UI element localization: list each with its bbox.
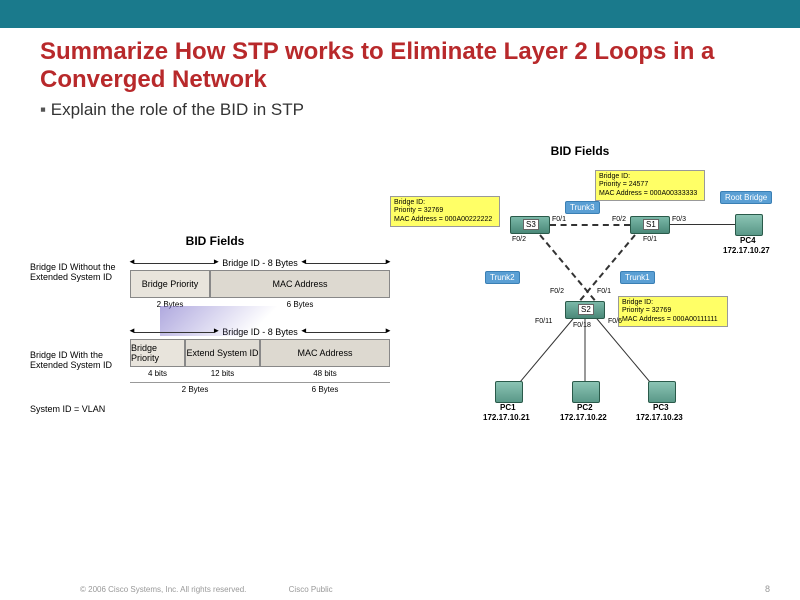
tag-root-bridge: Root Bridge xyxy=(720,191,772,204)
port-s1-f03: F0/3 xyxy=(672,216,686,223)
note-s3: Bridge ID:Priority = 32769MAC Address = … xyxy=(390,196,500,227)
topology-right: BID Fields Bridge ID:Priority = 32769MAC… xyxy=(380,144,780,446)
pc3-ip: 172.17.10.23 xyxy=(636,413,683,422)
label-with-ext: Bridge ID With the Extended System ID xyxy=(30,350,125,370)
label-without-ext: Bridge ID Without the Extended System ID xyxy=(30,262,125,282)
port-s2-f06: F0/6 xyxy=(608,318,622,325)
copyright: © 2006 Cisco Systems, Inc. All rights re… xyxy=(80,585,246,594)
switch-s1-label: S1 xyxy=(643,219,659,230)
pc2-label: PC2 xyxy=(577,403,593,412)
link-s3-s1 xyxy=(550,224,630,226)
port-s3-f02: F0/2 xyxy=(512,236,526,243)
network-topology: Bridge ID:Priority = 32769MAC Address = … xyxy=(380,166,780,446)
switch-s3-label: S3 xyxy=(523,219,539,230)
port-s1-f02: F0/2 xyxy=(612,216,626,223)
bullet-text: Explain the role of the BID in STP xyxy=(40,100,760,120)
note-s2: Bridge ID:Priority = 32769MAC Address = … xyxy=(618,296,728,327)
seg-priority-1: Bridge Priority xyxy=(130,270,210,298)
top-bar xyxy=(0,0,800,28)
seg-mac-1: MAC Address xyxy=(210,270,390,298)
note-s1: Bridge ID:Priority = 24577MAC Address = … xyxy=(595,170,705,201)
port-s2-f011: F0/11 xyxy=(535,318,552,325)
content-area: BID Fields Bridge ID - 8 Bytes Bridge ID… xyxy=(0,124,800,594)
footer-label: Cisco Public xyxy=(289,585,333,594)
link-s3-s2 xyxy=(539,234,602,308)
pc4-label: PC4 xyxy=(740,236,756,245)
right-heading: BID Fields xyxy=(380,144,780,158)
pc3-label: PC3 xyxy=(653,403,669,412)
pc2 xyxy=(572,381,600,403)
pc3 xyxy=(648,381,676,403)
pc1-ip: 172.17.10.21 xyxy=(483,413,530,422)
label-sysid: System ID = VLAN xyxy=(30,404,125,414)
bid-fields-left: BID Fields Bridge ID - 8 Bytes Bridge ID… xyxy=(30,234,400,402)
pc1 xyxy=(495,381,523,403)
footer: © 2006 Cisco Systems, Inc. All rights re… xyxy=(80,585,333,594)
tag-trunk3: Trunk3 xyxy=(565,201,600,214)
port-s2-f02: F0/2 xyxy=(550,288,564,295)
tag-trunk2: Trunk2 xyxy=(485,271,520,284)
tag-trunk1: Trunk1 xyxy=(620,271,655,284)
port-s2-f01: F0/1 xyxy=(597,288,611,295)
pc4 xyxy=(735,214,763,236)
size-2a: 2 Bytes xyxy=(130,385,260,394)
port-s3-f01: F0/1 xyxy=(552,216,566,223)
bits-2a: 4 bits xyxy=(130,369,185,378)
bits-2c: 48 bits xyxy=(260,369,390,378)
port-s2-f018: F0/18 xyxy=(573,322,591,329)
size-2b: 6 Bytes xyxy=(260,385,390,394)
switch-s2-label: S2 xyxy=(578,304,594,315)
bits-2b: 12 bits xyxy=(185,369,260,378)
seg-priority-2: Bridge Priority xyxy=(130,339,185,367)
seg-mac-2: MAC Address xyxy=(260,339,390,367)
seg-extend: Extend System ID xyxy=(185,339,260,367)
pc1-label: PC1 xyxy=(500,403,516,412)
pc2-ip: 172.17.10.22 xyxy=(560,413,607,422)
port-s1-f01: F0/1 xyxy=(643,236,657,243)
left-heading: BID Fields xyxy=(30,234,400,248)
page-title: Summarize How STP works to Eliminate Lay… xyxy=(40,38,760,94)
page-number: 8 xyxy=(765,584,770,594)
pc4-ip: 172.17.10.27 xyxy=(723,246,770,255)
link-s1-pc4 xyxy=(670,224,735,225)
size-total-1: Bridge ID - 8 Bytes xyxy=(218,258,302,268)
